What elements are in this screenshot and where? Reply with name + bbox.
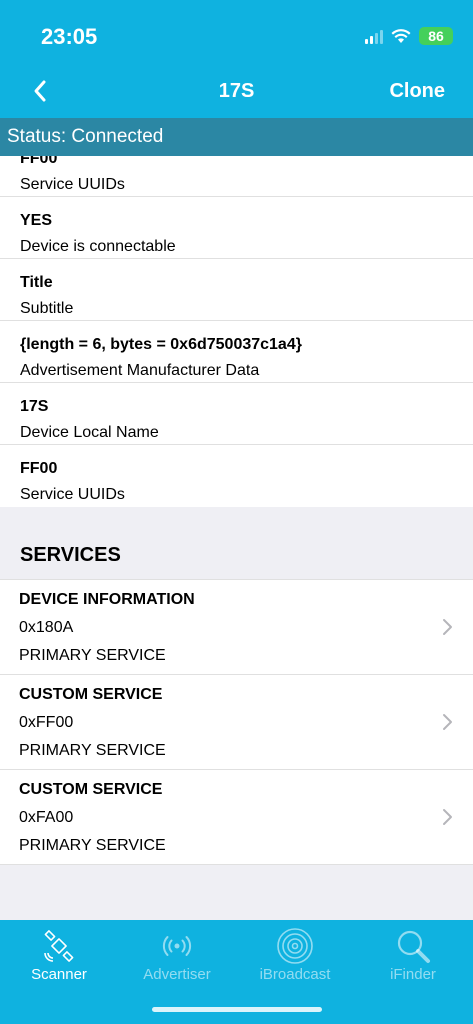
service-row[interactable]: CUSTOM SERVICE 0xFF00 PRIMARY SERVICE <box>0 675 473 770</box>
item-label: Device is connectable <box>20 238 176 255</box>
service-type: PRIMARY SERVICE <box>19 647 166 664</box>
wifi-icon <box>391 29 411 43</box>
list-item: YES Device is connectable <box>0 197 473 259</box>
cellular-signal-icon <box>365 28 383 44</box>
service-row[interactable]: DEVICE INFORMATION 0x180A PRIMARY SERVIC… <box>0 580 473 675</box>
tab-label: Advertiser <box>143 966 211 983</box>
home-indicator <box>152 1007 322 1012</box>
advertisement-list: FF00 Service UUIDs YES Device is connect… <box>0 156 473 507</box>
service-uuid: 0x180A <box>19 619 74 636</box>
item-label: Subtitle <box>20 300 74 317</box>
service-type: PRIMARY SERVICE <box>19 742 166 759</box>
tab-ibroadcast[interactable]: iBroadcast <box>236 928 354 983</box>
chevron-right-icon <box>443 714 452 730</box>
tab-label: iFinder <box>390 966 436 983</box>
list-item: Title Subtitle <box>0 259 473 321</box>
chevron-right-icon <box>443 619 452 635</box>
service-type: PRIMARY SERVICE <box>19 837 166 854</box>
services-header: SERVICES <box>0 535 473 580</box>
service-uuid: 0xFF00 <box>19 714 74 731</box>
service-uuid: 0xFA00 <box>19 809 74 826</box>
item-value: Title <box>20 274 53 291</box>
item-value: YES <box>20 212 53 229</box>
status-time: 23:05 <box>41 24 98 49</box>
item-value: FF00 <box>20 460 58 477</box>
radar-icon <box>277 928 313 964</box>
item-label: Device Local Name <box>20 424 159 441</box>
service-name: CUSTOM SERVICE <box>19 686 163 703</box>
list-item: 17S Device Local Name <box>0 383 473 445</box>
section-spacer <box>0 507 473 535</box>
satellite-icon <box>44 930 74 962</box>
item-value: FF00 <box>20 156 58 167</box>
item-label: Advertisement Manufacturer Data <box>20 362 260 379</box>
list-item: FF00 Service UUIDs <box>0 156 473 197</box>
battery-indicator: 86 <box>419 27 453 45</box>
status-icons: 86 <box>365 27 453 45</box>
services-list: DEVICE INFORMATION 0x180A PRIMARY SERVIC… <box>0 580 473 865</box>
clone-button[interactable]: Clone <box>389 80 445 103</box>
list-item: {length = 6, bytes = 0x6d750037c1a4} Adv… <box>0 321 473 383</box>
item-label: Service UUIDs <box>20 176 125 193</box>
service-row[interactable]: CUSTOM SERVICE 0xFA00 PRIMARY SERVICE <box>0 770 473 865</box>
tab-advertiser[interactable]: Advertiser <box>118 928 236 983</box>
details-scroll-view[interactable]: FF00 Service UUIDs YES Device is connect… <box>0 156 473 920</box>
list-item: FF00 Service UUIDs <box>0 445 473 507</box>
service-name: DEVICE INFORMATION <box>19 591 195 608</box>
service-name: CUSTOM SERVICE <box>19 781 163 798</box>
tab-label: iBroadcast <box>259 966 331 983</box>
magnifier-icon <box>397 930 430 963</box>
item-value: 17S <box>20 398 49 415</box>
header: 23:05 86 17S Clone <box>0 0 473 118</box>
connection-status: Status: Connected <box>0 118 473 156</box>
tab-label: Scanner <box>31 966 87 983</box>
tab-scanner[interactable]: Scanner <box>0 928 118 983</box>
chevron-right-icon <box>443 809 452 825</box>
broadcast-icon <box>162 936 192 956</box>
tab-ifinder[interactable]: iFinder <box>354 928 472 983</box>
item-value: {length = 6, bytes = 0x6d750037c1a4} <box>20 336 302 353</box>
item-label: Service UUIDs <box>20 486 125 503</box>
